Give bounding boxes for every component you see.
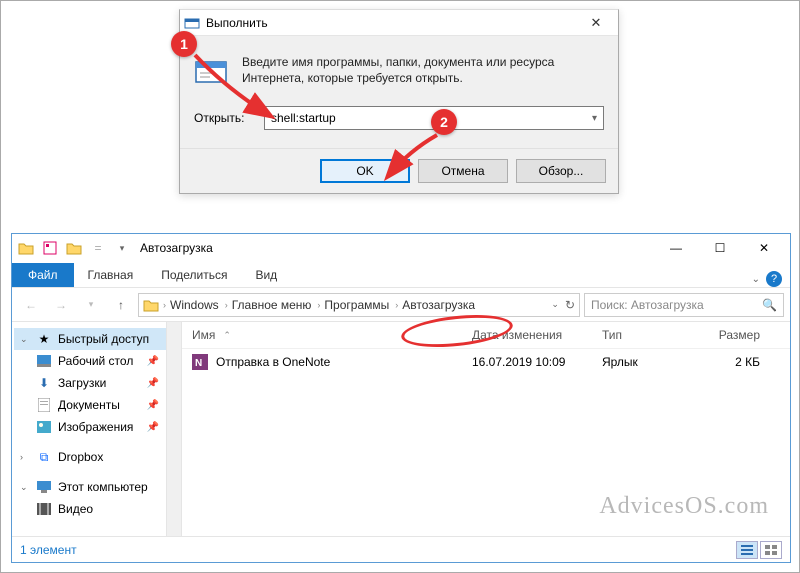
run-title: Выполнить: [206, 16, 578, 30]
explorer-title: Автозагрузка: [140, 241, 654, 255]
picture-icon: [36, 419, 52, 435]
cancel-button[interactable]: Отмена: [418, 159, 508, 183]
search-placeholder: Поиск: Автозагрузка: [591, 298, 704, 312]
download-icon: ⬇: [36, 375, 52, 391]
callout-1: 1: [171, 31, 197, 57]
chevron-down-icon[interactable]: ▾: [592, 113, 597, 124]
run-titlebar[interactable]: Выполнить ✕: [180, 10, 618, 36]
crumb-programs: Программы›: [324, 298, 400, 312]
address-bar[interactable]: › Windows› Главное меню› Программы› Авто…: [138, 293, 580, 317]
qat-folder-icon[interactable]: [64, 238, 84, 258]
browse-button[interactable]: Обзор...: [516, 159, 606, 183]
tab-share[interactable]: Поделиться: [147, 263, 241, 287]
run-large-icon: [194, 54, 228, 88]
svg-text:N: N: [195, 358, 202, 369]
watermark: AdvicesOS.com: [599, 493, 769, 520]
tab-file[interactable]: Файл: [12, 263, 74, 287]
status-bar: 1 элемент: [12, 536, 790, 562]
nav-thispc[interactable]: ⌄Этот компьютер: [14, 476, 179, 498]
item-count: 1 элемент: [20, 543, 77, 557]
nav-recent-icon[interactable]: ▾: [78, 292, 104, 318]
pin-icon: 📌: [147, 422, 159, 433]
nav-dropbox[interactable]: ›⧉Dropbox: [14, 446, 179, 468]
open-label: Открыть:: [194, 111, 254, 125]
nav-documents[interactable]: Документы📌: [14, 394, 179, 416]
nav-up-icon[interactable]: ↑: [108, 292, 134, 318]
ok-button[interactable]: OK: [320, 159, 410, 183]
dropbox-icon: ⧉: [36, 449, 52, 465]
ribbon: Файл Главная Поделиться Вид ⌄ ?: [12, 262, 790, 288]
list-item[interactable]: N Отправка в OneNote 16.07.2019 10:09 Яр…: [182, 349, 790, 375]
folder-icon: [16, 238, 36, 258]
nav-pictures[interactable]: Изображения📌: [14, 416, 179, 438]
pin-icon: 📌: [147, 378, 159, 389]
close-icon[interactable]: ✕: [578, 12, 614, 34]
refresh-icon[interactable]: ↻: [565, 298, 575, 312]
address-bar-row: ← → ▾ ↑ › Windows› Главное меню› Програм…: [12, 288, 790, 322]
document-icon: [36, 397, 52, 413]
run-icon: [184, 15, 200, 31]
desktop-icon: [36, 353, 52, 369]
star-icon: ★: [36, 331, 52, 347]
qat-chevron-icon[interactable]: ▾: [112, 238, 132, 258]
tab-view[interactable]: Вид: [241, 263, 291, 287]
col-size[interactable]: Размер: [702, 328, 780, 342]
nav-downloads[interactable]: ⬇Загрузки📌: [14, 372, 179, 394]
folder-small-icon: [143, 298, 159, 312]
nav-quick-access[interactable]: ⌄★Быстрый доступ: [14, 328, 179, 350]
pin-icon: 📌: [147, 400, 159, 411]
column-headers[interactable]: Имя⌃ Дата изменения Тип Размер: [182, 322, 790, 349]
col-name[interactable]: Имя: [192, 328, 215, 342]
crumb-sep-icon[interactable]: ›: [161, 300, 168, 310]
onenote-icon: N: [192, 354, 208, 370]
minimize-button[interactable]: —: [654, 234, 698, 262]
addr-chevron-icon[interactable]: ⌄: [551, 299, 559, 310]
run-button-row: OK Отмена Обзор...: [180, 148, 618, 193]
col-type[interactable]: Тип: [602, 328, 702, 342]
maximize-button[interactable]: ☐: [698, 234, 742, 262]
crumb-sep-icon[interactable]: ›: [315, 300, 322, 310]
ribbon-collapse-icon[interactable]: ⌄: [752, 274, 760, 285]
navigation-pane: ⌄★Быстрый доступ Рабочий стол📌 ⬇Загрузки…: [12, 322, 182, 536]
nav-desktop[interactable]: Рабочий стол📌: [14, 350, 179, 372]
search-icon[interactable]: 🔍: [762, 298, 777, 312]
qat-divider: =: [88, 238, 108, 258]
open-input-value: shell:startup: [271, 111, 336, 125]
qat-properties-icon[interactable]: [40, 238, 60, 258]
pin-icon: 📌: [147, 356, 159, 367]
crumb-windows: Windows›: [170, 298, 230, 312]
run-dialog: Выполнить ✕ Введите имя программы, папки…: [179, 9, 619, 194]
crumb-startup: Автозагрузка: [402, 298, 475, 312]
help-icon[interactable]: ?: [766, 271, 782, 287]
close-button[interactable]: ✕: [742, 234, 786, 262]
search-input[interactable]: Поиск: Автозагрузка 🔍: [584, 293, 784, 317]
col-date[interactable]: Дата изменения: [472, 328, 602, 342]
run-description: Введите имя программы, папки, документа …: [242, 54, 604, 88]
crumb-sep-icon[interactable]: ›: [223, 300, 230, 310]
nav-videos[interactable]: Видео: [14, 498, 179, 520]
pc-icon: [36, 479, 52, 495]
view-details-icon[interactable]: [736, 541, 758, 559]
callout-2: 2: [431, 109, 457, 135]
nav-forward-icon[interactable]: →: [48, 292, 74, 318]
explorer-titlebar[interactable]: = ▾ Автозагрузка — ☐ ✕: [12, 234, 790, 262]
crumb-mainmenu: Главное меню›: [232, 298, 323, 312]
crumb-sep-icon[interactable]: ›: [393, 300, 400, 310]
nav-back-icon[interactable]: ←: [18, 292, 44, 318]
video-icon: [36, 501, 52, 517]
tab-home[interactable]: Главная: [74, 263, 148, 287]
view-large-icon[interactable]: [760, 541, 782, 559]
